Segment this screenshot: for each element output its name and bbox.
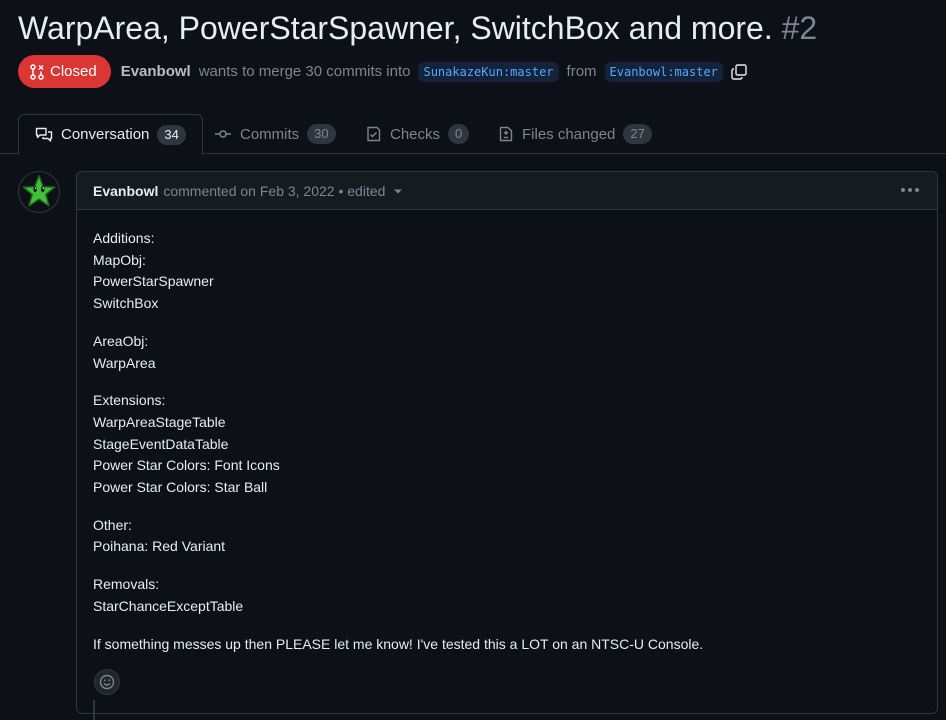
pr-number: #2 — [781, 10, 818, 46]
head-branch[interactable]: Evanbowl:master — [604, 61, 723, 82]
body-line: MapObj: — [93, 251, 146, 268]
git-commit-icon — [214, 126, 232, 142]
status-label: Closed — [50, 63, 97, 80]
tab-label: Checks — [390, 125, 441, 143]
body-paragraph: Additions: MapObj: PowerStarSpawner Swit… — [93, 228, 921, 315]
pr-tabs: Conversation 34 Commits 30 Checks 0 File… — [0, 114, 946, 155]
body-paragraph: Extensions: WarpAreaStageTable StageEven… — [93, 390, 921, 499]
kebab-menu-icon[interactable] — [901, 180, 919, 200]
tab-conversation[interactable]: Conversation 34 — [18, 114, 203, 155]
body-paragraph: Removals: StarChanceExceptTable — [93, 574, 921, 617]
tab-files-changed[interactable]: Files changed 27 — [498, 114, 652, 154]
body-line: If something messes up then PLEASE let m… — [93, 635, 704, 652]
body-line: PowerStarSpawner — [93, 273, 214, 290]
tab-label: Commits — [240, 125, 300, 143]
body-line: Extensions: — [93, 392, 166, 409]
smiley-icon — [99, 674, 115, 690]
green-star-avatar-icon — [22, 175, 56, 207]
tab-checks[interactable]: Checks 0 — [366, 114, 470, 154]
from-text: from — [566, 63, 597, 80]
comment-header: Evanbowl commented on Feb 3, 2022 • edit… — [77, 172, 937, 210]
pr-author-link[interactable]: Evanbowl — [121, 63, 191, 80]
base-branch[interactable]: SunakazeKun:master — [418, 61, 559, 82]
merge-text: wants to merge 30 commits into — [198, 63, 411, 80]
pr-meta: Closed Evanbowl wants to merge 30 commit… — [18, 55, 747, 88]
body-line: Poihana: Red Variant — [93, 538, 226, 555]
tab-counter: 0 — [448, 124, 470, 144]
comment-discussion-icon — [35, 127, 53, 143]
body-line: StarChanceExceptTable — [93, 597, 244, 614]
comment-body: Additions: MapObj: PowerStarSpawner Swit… — [77, 210, 937, 655]
body-line: WarpAreaStageTable — [93, 413, 226, 430]
avatar[interactable] — [18, 171, 60, 213]
copy-icon[interactable] — [731, 63, 747, 80]
chevron-down-icon[interactable] — [393, 186, 403, 196]
body-line: Power Star Colors: Star Ball — [93, 479, 268, 496]
body-line: Additions: — [93, 230, 155, 246]
body-line: SwitchBox — [93, 295, 159, 312]
body-line: WarpArea — [93, 354, 156, 371]
body-line: Power Star Colors: Font Icons — [93, 457, 280, 474]
body-paragraph: Other: Poihana: Red Variant — [93, 515, 921, 558]
comment-author-link[interactable]: Evanbowl — [93, 183, 158, 199]
body-paragraph: If something messes up then PLEASE let m… — [93, 634, 921, 656]
body-line: AreaObj: — [93, 332, 149, 349]
body-line: Other: — [93, 516, 132, 533]
file-diff-icon — [498, 126, 514, 142]
tab-counter: 34 — [157, 124, 186, 145]
add-reaction-button[interactable] — [94, 669, 120, 695]
timeline-connector — [93, 700, 95, 720]
tab-label: Conversation — [61, 126, 150, 143]
body-paragraph: AreaObj: WarpArea — [93, 331, 921, 374]
body-line: Removals: — [93, 576, 160, 593]
status-badge: Closed — [18, 55, 111, 88]
tab-label: Files changed — [522, 125, 616, 143]
tab-counter: 27 — [623, 124, 652, 144]
tab-commits[interactable]: Commits 30 — [214, 114, 336, 154]
comment-meta[interactable]: commented on Feb 3, 2022 • edited — [163, 183, 385, 199]
pr-title-heading: WarpArea, PowerStarSpawner, SwitchBox an… — [18, 8, 817, 48]
checklist-icon — [366, 126, 382, 142]
body-line: StageEventDataTable — [93, 435, 229, 452]
pr-title: WarpArea, PowerStarSpawner, SwitchBox an… — [18, 10, 773, 46]
comment-box: Evanbowl commented on Feb 3, 2022 • edit… — [76, 171, 938, 714]
git-pull-request-closed-icon — [30, 63, 44, 80]
tab-counter: 30 — [307, 124, 336, 144]
